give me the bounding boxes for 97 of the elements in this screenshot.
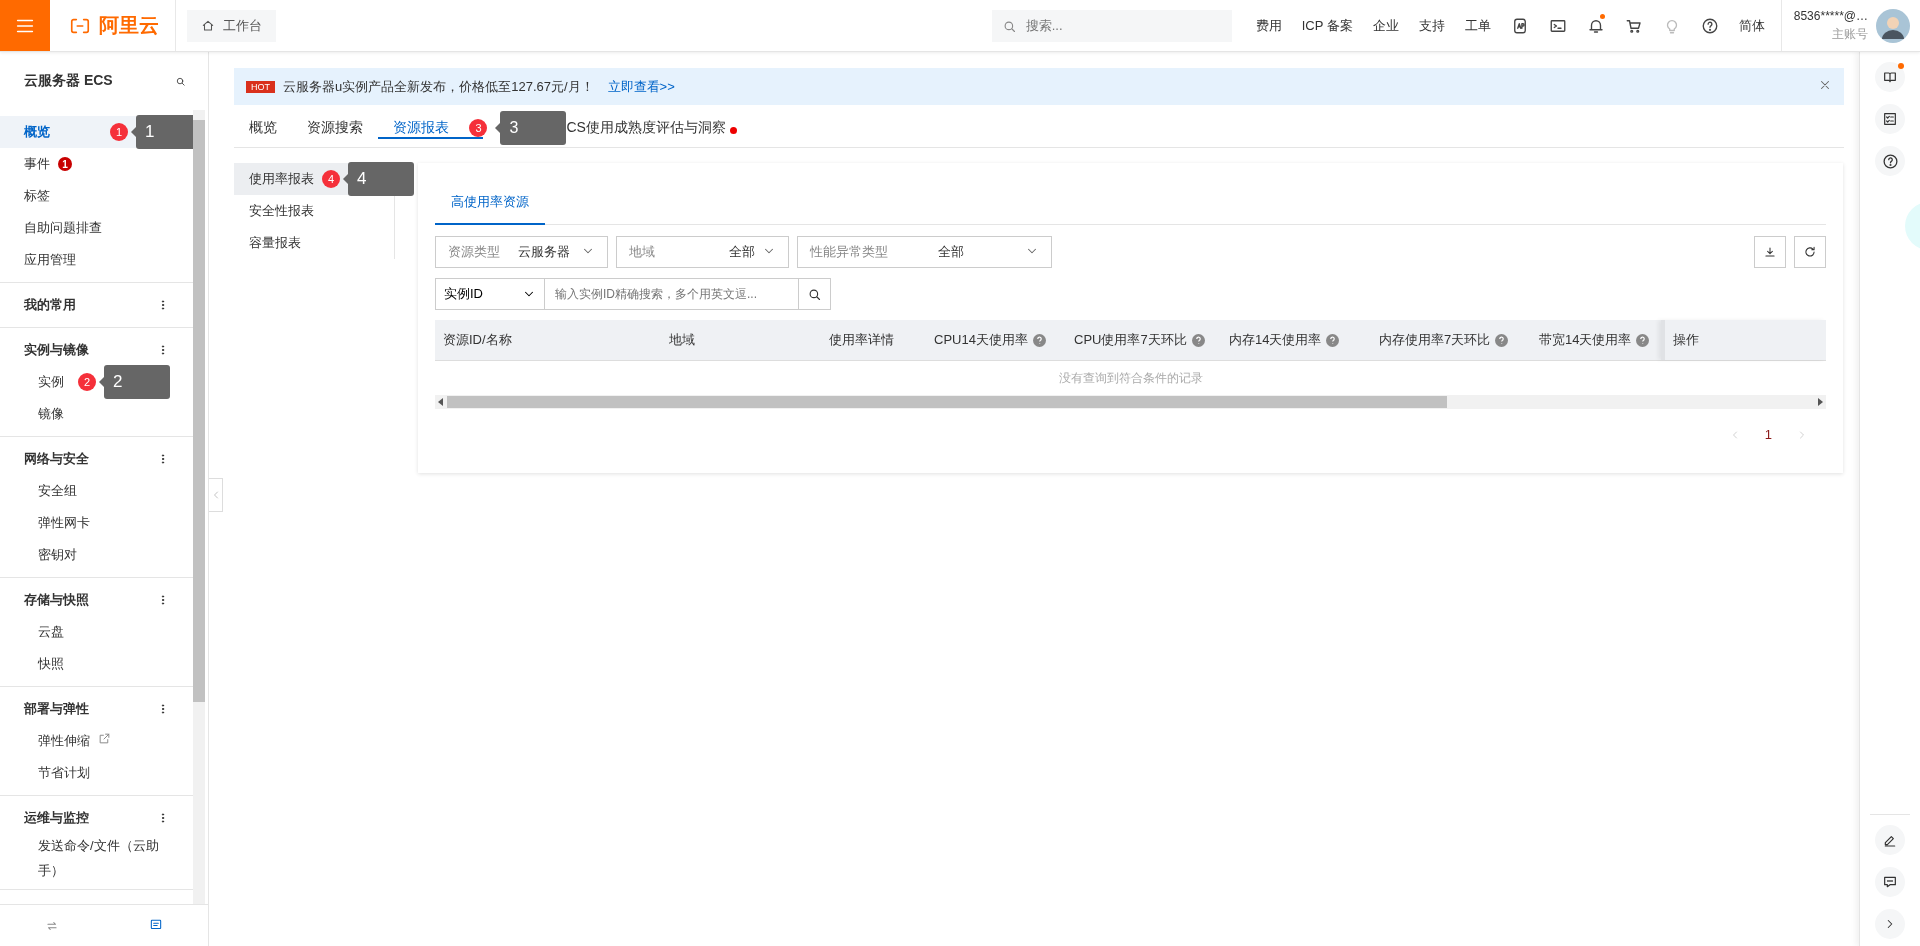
message-icon <box>149 917 163 932</box>
banner-link[interactable]: 立即查看>> <box>607 77 675 96</box>
nav-link[interactable]: 费用 <box>1245 16 1292 35</box>
help-button[interactable] <box>1875 146 1905 176</box>
filter-select[interactable]: 资源类型 云服务器 <box>435 236 608 268</box>
swap-icon <box>45 919 59 933</box>
sidebar-item[interactable]: 发送命令/文件（云助手） <box>0 834 193 884</box>
sidebar-item[interactable]: 标签 <box>0 180 193 212</box>
field-select[interactable]: 实例ID <box>435 278 545 310</box>
number-marker: 2 <box>78 373 96 391</box>
sidebar-item[interactable]: 概览 1 1 <box>0 116 193 148</box>
book-button[interactable] <box>1875 62 1905 92</box>
tab[interactable]: CS使用成熟度评估与洞察 <box>566 118 741 139</box>
sidebar-item[interactable]: 自助问题排查 <box>0 212 193 244</box>
sidebar-item[interactable]: 云盘 <box>0 616 193 648</box>
notification-dot <box>1898 63 1904 69</box>
sidebar-item[interactable]: 弹性伸缩 <box>0 725 193 757</box>
page-button[interactable]: 1 <box>1764 427 1772 442</box>
column-header: 使用率详情 <box>829 331 894 349</box>
refresh-button[interactable] <box>1794 236 1826 268</box>
number-marker: 3 <box>469 119 488 137</box>
feedback-button[interactable] <box>1875 867 1905 897</box>
column-header: 内存14天使用率 <box>1229 331 1322 349</box>
help-icon[interactable] <box>1032 333 1046 347</box>
edit-button[interactable] <box>1875 825 1905 855</box>
external-link-icon <box>98 731 111 745</box>
report-nav-item[interactable]: 安全性报表 <box>234 195 393 227</box>
download-icon <box>1763 245 1777 259</box>
nav-link[interactable]: ICP 备案 <box>1291 16 1363 35</box>
column-header: 地域 <box>669 331 695 349</box>
sidebar-item[interactable]: 弹性网卡 <box>0 507 193 539</box>
tab[interactable]: 高使用率资源 <box>435 180 545 225</box>
group-title[interactable]: 部署与弹性 <box>24 700 89 718</box>
checklist-button[interactable] <box>1875 104 1905 134</box>
number-marker: 4 <box>322 170 340 188</box>
hot-tag: HOT <box>246 80 275 93</box>
close-icon <box>1818 78 1832 92</box>
group-title[interactable]: 网络与安全 <box>24 450 89 468</box>
tab[interactable]: 资源搜索 <box>292 118 378 139</box>
filter-select[interactable]: 地域 全部 <box>616 236 789 268</box>
group-title[interactable]: 实例与镜像 <box>24 341 89 359</box>
help-icon <box>1700 16 1719 35</box>
tab[interactable]: 概览 <box>234 118 292 139</box>
filter-select[interactable]: 性能异常类型 全部 <box>797 236 1052 268</box>
book-icon <box>1882 69 1898 85</box>
scrollbar[interactable] <box>193 110 205 904</box>
search-field[interactable]: 搜索... <box>991 9 1232 42</box>
sidebar-item[interactable]: 节省计划 <box>0 757 193 789</box>
callout-tooltip: 3 <box>495 111 567 145</box>
checklist-icon <box>1882 111 1898 127</box>
callout-tooltip: 2 <box>99 365 170 399</box>
number-marker: 1 <box>110 123 128 141</box>
search-icon <box>175 75 186 87</box>
nav-link[interactable]: 工单 <box>1454 16 1501 35</box>
group-title[interactable]: 存储与快照 <box>24 591 89 609</box>
account-name[interactable]: 8536*****@… <box>1793 8 1868 23</box>
help-icon[interactable] <box>1191 333 1205 347</box>
group-title[interactable]: 我的常用 <box>24 296 76 314</box>
help-icon[interactable] <box>1326 333 1340 347</box>
empty-message: 没有查询到符合条件的记录 <box>1058 369 1203 387</box>
refresh-icon <box>1803 245 1817 259</box>
search-button[interactable] <box>799 278 831 310</box>
sidebar-item[interactable]: 密钥对 <box>0 539 193 571</box>
avatar[interactable] <box>1876 8 1910 43</box>
sidebar-item[interactable]: 事件 1 <box>0 148 193 180</box>
sidebar-title: 云服务器 ECS <box>24 72 113 90</box>
help-icon <box>1881 152 1899 170</box>
banner-text: 云服务器u实例产品全新发布，价格低至127.67元/月！ <box>283 77 594 96</box>
sidebar-item[interactable]: 安全组 <box>0 475 193 507</box>
callout-tooltip: 1 <box>131 115 193 149</box>
language-link[interactable]: 简体 <box>1728 16 1775 35</box>
search-field[interactable]: 输入实例ID精确搜索，多个用英文逗... <box>545 278 799 310</box>
sidebar-item[interactable]: 应用管理 <box>0 244 193 276</box>
account-type: 主账号 <box>1832 25 1868 43</box>
nav-link[interactable]: 企业 <box>1362 16 1409 35</box>
menu-button[interactable] <box>0 0 50 51</box>
scrollbar[interactable] <box>435 395 1826 409</box>
column-header: CPU14天使用率 <box>934 331 1028 349</box>
callout-tooltip: 4 <box>343 162 414 196</box>
count-badge: 1 <box>58 157 72 171</box>
column-header: 内存使用率7天环比 <box>1379 331 1491 349</box>
report-nav-item[interactable]: 容量报表 <box>234 227 393 259</box>
nav-link[interactable]: 支持 <box>1408 16 1455 35</box>
column-header: 资源ID/名称 <box>443 331 512 349</box>
chat-icon <box>1882 874 1898 890</box>
sidebar-item[interactable]: 镜像 <box>0 398 193 430</box>
sidebar-item[interactable]: 实例 2 2 <box>0 366 193 398</box>
group-title[interactable]: 运维与监控 <box>24 809 89 827</box>
sidebar-item[interactable]: 快照 <box>0 648 193 680</box>
home-icon <box>201 18 215 33</box>
column-header: 带宽14天使用率 <box>1539 331 1632 349</box>
column-header: CPU使用率7天环比 <box>1074 331 1187 349</box>
column-header: 操作 <box>1673 331 1699 349</box>
help-icon[interactable] <box>1495 333 1509 347</box>
workbench-button[interactable]: 工作台 <box>187 9 276 42</box>
download-button[interactable] <box>1754 236 1786 268</box>
help-icon[interactable] <box>1636 333 1650 347</box>
